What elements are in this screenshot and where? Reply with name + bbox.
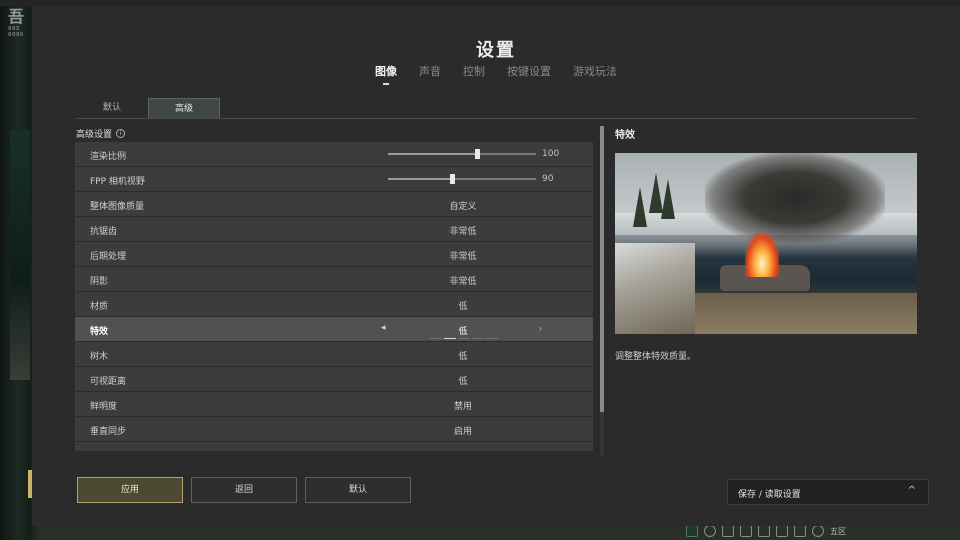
level-dot bbox=[430, 338, 442, 339]
setting-label: 后期处理 bbox=[90, 252, 127, 262]
settings-row[interactable]: 渲染比例 100 bbox=[75, 142, 593, 166]
subtab-advanced[interactable]: 高级 bbox=[148, 98, 220, 118]
setting-label: 渲染比例 bbox=[90, 152, 127, 162]
preview-tree bbox=[633, 187, 647, 227]
save-load-label: 保存 / 读取设置 bbox=[738, 490, 801, 500]
arrow-left-icon[interactable]: ◂ bbox=[381, 323, 386, 333]
setting-value: 非常低 bbox=[449, 252, 477, 262]
page-title: 设置 bbox=[476, 40, 516, 61]
setting-value: 低 bbox=[458, 327, 468, 337]
setting-value: 非常低 bbox=[449, 227, 477, 237]
setting-label: 垂直同步 bbox=[90, 427, 127, 437]
setting-value: 低 bbox=[458, 302, 468, 312]
setting-value: 禁用 bbox=[453, 402, 472, 412]
effects-preview-image bbox=[615, 153, 917, 334]
settings-row[interactable]: 鲜明度 禁用 bbox=[75, 392, 593, 416]
setting-value: 自定义 bbox=[449, 202, 477, 212]
setting-label: 特效 bbox=[90, 327, 109, 337]
setting-label: 树木 bbox=[90, 352, 109, 362]
sub-tabs: 默认 高级 bbox=[76, 98, 220, 118]
slider-value: 100 bbox=[542, 149, 560, 159]
setting-slider[interactable] bbox=[388, 174, 536, 184]
tab-gameplay[interactable]: 游戏玩法 bbox=[573, 63, 617, 85]
slider-value: 90 bbox=[542, 174, 554, 184]
settings-row[interactable]: 树木 低 bbox=[75, 342, 593, 366]
window-icon-3[interactable] bbox=[776, 525, 788, 537]
settings-row[interactable]: 特效 低 ◂ › bbox=[75, 317, 593, 341]
slider-handle[interactable] bbox=[449, 174, 455, 184]
settings-row[interactable]: FPP 相机视野 90 bbox=[75, 167, 593, 191]
preview-fire bbox=[745, 233, 779, 277]
save-load-settings-button[interactable]: 保存 / 读取设置 ^ bbox=[727, 479, 929, 505]
preview-tree bbox=[661, 179, 675, 219]
section-title: 高级设置 bbox=[76, 130, 113, 140]
slider-fill bbox=[388, 153, 477, 155]
settings-gear-icon[interactable] bbox=[812, 525, 824, 537]
settings-row[interactable]: 垂直同步 启用 bbox=[75, 417, 593, 441]
settings-row[interactable]: 后期处理 非常低 bbox=[75, 242, 593, 266]
settings-row[interactable]: 材质 低 bbox=[75, 292, 593, 316]
background-pillar bbox=[10, 130, 30, 380]
setting-label: 整体图像质量 bbox=[90, 202, 145, 212]
setting-label: 阴影 bbox=[90, 277, 109, 287]
globe-icon[interactable] bbox=[704, 525, 716, 537]
subtab-default[interactable]: 默认 bbox=[76, 98, 148, 118]
detail-description: 调整整体特效质量。 bbox=[615, 352, 697, 362]
info-icon[interactable]: i bbox=[116, 129, 126, 138]
tab-audio[interactable]: 声音 bbox=[419, 63, 441, 85]
document-icon[interactable] bbox=[722, 525, 734, 537]
level-dot bbox=[472, 338, 484, 339]
tab-controls[interactable]: 控制 bbox=[463, 63, 485, 85]
scrollbar-thumb[interactable] bbox=[600, 126, 604, 412]
settings-scrollbar[interactable] bbox=[600, 126, 604, 456]
preview-smoke bbox=[705, 153, 885, 243]
level-dot bbox=[444, 338, 456, 339]
settings-row[interactable]: 整体图像质量 自定义 bbox=[75, 192, 593, 216]
preview-shore bbox=[615, 243, 695, 334]
taskbar-label: 五区 bbox=[830, 526, 846, 536]
tab-keybindings[interactable]: 按键设置 bbox=[507, 63, 551, 85]
chat-icon[interactable] bbox=[686, 525, 698, 537]
apply-button[interactable]: 应用 bbox=[77, 477, 183, 503]
back-button[interactable]: 返回 bbox=[191, 477, 297, 503]
setting-label: 可视距离 bbox=[90, 377, 127, 387]
window-icon-2[interactable] bbox=[758, 525, 770, 537]
window-icon[interactable] bbox=[740, 525, 752, 537]
setting-label: 材质 bbox=[90, 302, 109, 312]
setting-label: 鲜明度 bbox=[90, 402, 118, 412]
default-button[interactable]: 默认 bbox=[305, 477, 411, 503]
slider-fill bbox=[388, 178, 452, 180]
chevron-up-icon: ^ bbox=[907, 485, 916, 496]
detail-title: 特效 bbox=[615, 130, 635, 141]
setting-value: 低 bbox=[458, 352, 468, 362]
level-dot bbox=[458, 338, 470, 339]
level-dot bbox=[486, 338, 498, 339]
battery-icon bbox=[794, 525, 806, 537]
setting-slider[interactable] bbox=[388, 149, 536, 159]
settings-row[interactable]: 阴影 非常低 bbox=[75, 267, 593, 291]
settings-list: 渲染比例 100 FPP 相机视野 90 整体图像质量 自定义 抗锯齿 非常低 后期处理 非常低阴… bbox=[75, 142, 593, 451]
setting-value: 低 bbox=[458, 377, 468, 387]
setting-value: 非常低 bbox=[449, 277, 477, 287]
slider-handle[interactable] bbox=[474, 149, 480, 159]
tab-graphics[interactable]: 图像 bbox=[375, 63, 397, 85]
settings-row[interactable]: 可视距离 低 bbox=[75, 367, 593, 391]
section-header: 高级设置 i bbox=[76, 127, 126, 140]
setting-value: 启用 bbox=[453, 427, 472, 437]
settings-row[interactable] bbox=[75, 442, 593, 451]
settings-row[interactable]: 抗锯齿 非常低 bbox=[75, 217, 593, 241]
main-tabs: 图像 声音 控制 按键设置 游戏玩法 bbox=[32, 63, 960, 85]
setting-label: 抗锯齿 bbox=[90, 227, 118, 237]
subtab-divider bbox=[76, 118, 916, 119]
option-level-indicator bbox=[430, 338, 498, 339]
chevron-right-icon[interactable]: › bbox=[538, 322, 542, 335]
settings-panel: 设置 图像 声音 控制 按键设置 游戏玩法 默认 高级 高级设置 i 渲染比例 1… bbox=[32, 6, 960, 526]
setting-label: FPP 相机视野 bbox=[90, 177, 145, 187]
